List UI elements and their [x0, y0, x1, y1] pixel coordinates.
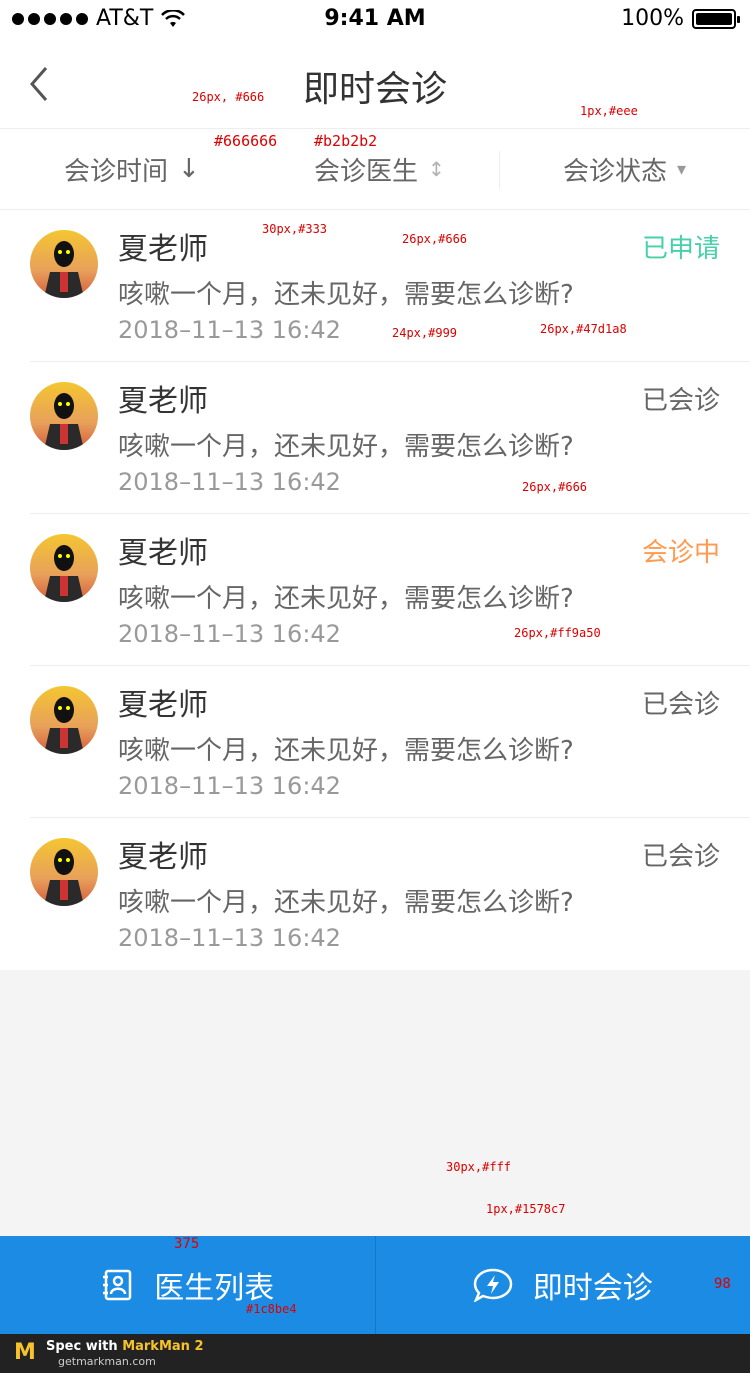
- status-bar: AT&T 9:41 AM 100%: [0, 0, 750, 40]
- list-item[interactable]: 夏老师 会诊中 咳嗽一个月，还未见好，需要怎么诊断? 2018–11–13 16…: [30, 514, 750, 666]
- avatar: [30, 686, 98, 754]
- annotation-label: 1px,#1578c7: [486, 1202, 566, 1216]
- filter-consult-doctor-label: 会诊医生: [314, 156, 419, 187]
- status-badge: 已会诊: [641, 386, 720, 416]
- annotation-label: 375: [174, 1236, 200, 1252]
- status-badge: 已会诊: [641, 842, 720, 872]
- avatar: [30, 838, 98, 906]
- doctor-name: 夏老师: [118, 840, 208, 875]
- consult-time: 2018–11–13 16:42: [118, 772, 341, 800]
- contact-book-icon: [103, 1269, 132, 1301]
- status-right: 100%: [621, 6, 740, 31]
- doctor-name: 夏老师: [118, 232, 208, 267]
- consult-time: 2018–11–13 16:42: [118, 924, 341, 952]
- consultation-list: 夏老师 已申请 咳嗽一个月，还未见好，需要怎么诊断? 2018–11–13 16…: [0, 210, 750, 970]
- consult-message: 咳嗽一个月，还未见好，需要怎么诊断?: [118, 888, 574, 918]
- markman-logo-icon: M: [14, 1340, 36, 1365]
- annotation-label: 1px,#eee: [580, 104, 638, 118]
- filter-consult-time[interactable]: 会诊时间 ↓: [64, 129, 200, 209]
- status-badge: 会诊中: [641, 538, 720, 568]
- annotation-label: 98: [714, 1276, 731, 1292]
- annotation-label: 30px,#fff: [446, 1160, 512, 1174]
- annotation-label: 24px,#999: [392, 326, 458, 340]
- list-item[interactable]: 夏老师 已会诊 咳嗽一个月，还未见好，需要怎么诊断? 2018–11–13 16…: [30, 666, 750, 818]
- sort-down-icon: ↓: [178, 154, 200, 184]
- footer-spec-with: Spec with: [46, 1339, 118, 1354]
- footer-brand: MarkMan 2: [122, 1339, 204, 1354]
- battery-percent: 100%: [621, 6, 684, 31]
- filter-consult-status-label: 会诊状态: [563, 156, 668, 187]
- consult-time: 2018–11–13 16:42: [118, 316, 341, 344]
- chat-lightning-icon: [473, 1268, 513, 1302]
- markman-footer: M Spec with MarkMan 2 getmarkman.com: [0, 1334, 750, 1373]
- annotation-label: #666666: [214, 132, 278, 150]
- doctor-name: 夏老师: [118, 384, 208, 419]
- doctor-name: 夏老师: [118, 536, 208, 571]
- tab-instant-consult[interactable]: 即时会诊: [376, 1236, 750, 1334]
- sort-toggle-icon: ↕: [428, 157, 445, 181]
- list-item[interactable]: 夏老师 已会诊 咳嗽一个月，还未见好，需要怎么诊断? 2018–11–13 16…: [30, 362, 750, 514]
- doctor-name: 夏老师: [118, 688, 208, 723]
- avatar: [30, 534, 98, 602]
- annotation-label: 26px,#666: [402, 232, 468, 246]
- annotation-label: 26px,#666: [522, 480, 588, 494]
- filter-consult-status[interactable]: 会诊状态 ▾: [563, 129, 686, 209]
- avatar: [30, 382, 98, 450]
- annotation-label: 26px,#ff9a50: [514, 626, 601, 640]
- battery-icon: [692, 8, 740, 29]
- list-item[interactable]: 夏老师 已申请 咳嗽一个月，还未见好，需要怎么诊断? 2018–11–13 16…: [30, 210, 750, 362]
- tab-doctor-list-label: 医生列表: [154, 1271, 275, 1306]
- status-badge: 已会诊: [641, 690, 720, 720]
- footer-spec-text: Spec with MarkMan 2: [46, 1339, 204, 1354]
- consult-time: 2018–11–13 16:42: [118, 620, 341, 648]
- annotation-label: 30px,#333: [262, 222, 328, 236]
- consult-time: 2018–11–13 16:42: [118, 468, 341, 496]
- annotation-label: 26px, #666: [192, 90, 265, 104]
- tab-instant-consult-label: 即时会诊: [532, 1271, 653, 1306]
- filter-divider: [499, 151, 500, 189]
- annotation-label: #b2b2b2: [314, 132, 378, 150]
- bottom-tab-bar: 医生列表 即时会诊: [0, 1236, 750, 1334]
- annotation-label: 26px,#47d1a8: [540, 322, 627, 336]
- list-item[interactable]: 夏老师 已会诊 咳嗽一个月，还未见好，需要怎么诊断? 2018–11–13 16…: [30, 818, 750, 970]
- consult-message: 咳嗽一个月，还未见好，需要怎么诊断?: [118, 280, 574, 310]
- status-badge: 已申请: [641, 234, 720, 264]
- footer-url: getmarkman.com: [58, 1355, 156, 1368]
- dropdown-caret-icon: ▾: [677, 158, 687, 180]
- filter-consult-time-label: 会诊时间: [64, 156, 169, 187]
- avatar: [30, 230, 98, 298]
- consult-message: 咳嗽一个月，还未见好，需要怎么诊断?: [118, 584, 574, 614]
- consult-message: 咳嗽一个月，还未见好，需要怎么诊断?: [118, 432, 574, 462]
- annotation-label: #1c8be4: [246, 1302, 297, 1316]
- consult-message: 咳嗽一个月，还未见好，需要怎么诊断?: [118, 736, 574, 766]
